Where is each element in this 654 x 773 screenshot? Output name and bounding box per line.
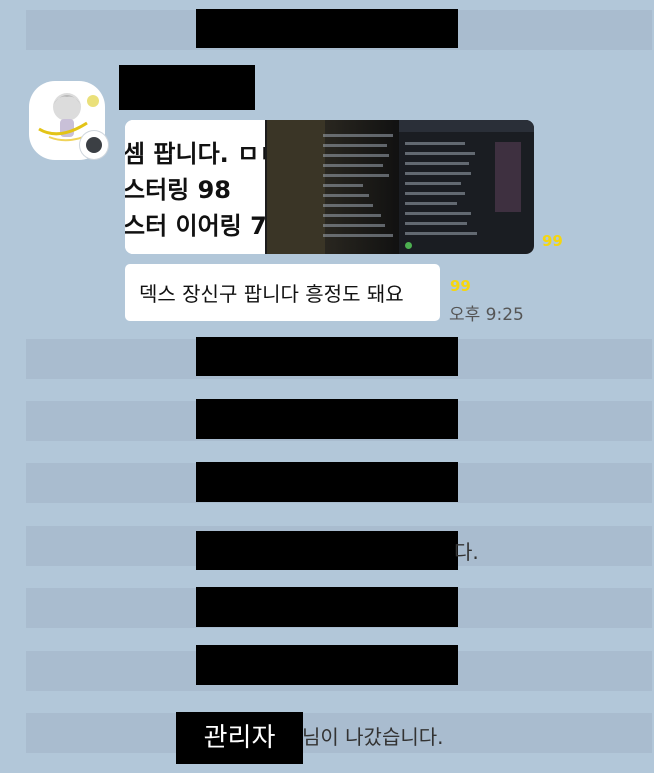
admin-label: 관리자 [176,712,303,764]
image-text-panel: 셈 팝니다. ㅁㅌ 스터링 98 스터 이어링 7 [125,120,281,254]
system-message-left: 님이 나갔습니다. [302,725,444,749]
redacted-block [196,531,458,570]
redacted-block [196,399,458,439]
message-text: 덱스 장신구 팝니다 흥정도 돼요 [139,282,404,306]
redacted-block [196,337,458,376]
message-bubble[interactable]: 덱스 장신구 팝니다 흥정도 돼요 [125,264,440,321]
redacted-block [196,645,458,685]
unread-count: 99 [542,232,563,250]
redacted-block [196,587,458,627]
redacted-block [196,462,458,502]
profile-badge-icon [80,131,108,159]
message-time: 오후 9:25 [449,305,524,325]
system-message-tail: 다. [454,540,479,564]
redacted-sender-name [119,65,255,110]
game-screenshot-1 [265,120,399,254]
image-message[interactable]: 셈 팝니다. ㅁㅌ 스터링 98 스터 이어링 7 [125,120,534,254]
image-text-line: 셈 팝니다. ㅁㅌ [125,140,282,168]
image-text-line: 스터링 98 [125,176,231,204]
redacted-block [196,9,458,48]
unread-count: 99 [450,277,471,295]
image-text-line: 스터 이어링 7 [125,212,267,240]
game-screenshot-2 [399,120,534,254]
